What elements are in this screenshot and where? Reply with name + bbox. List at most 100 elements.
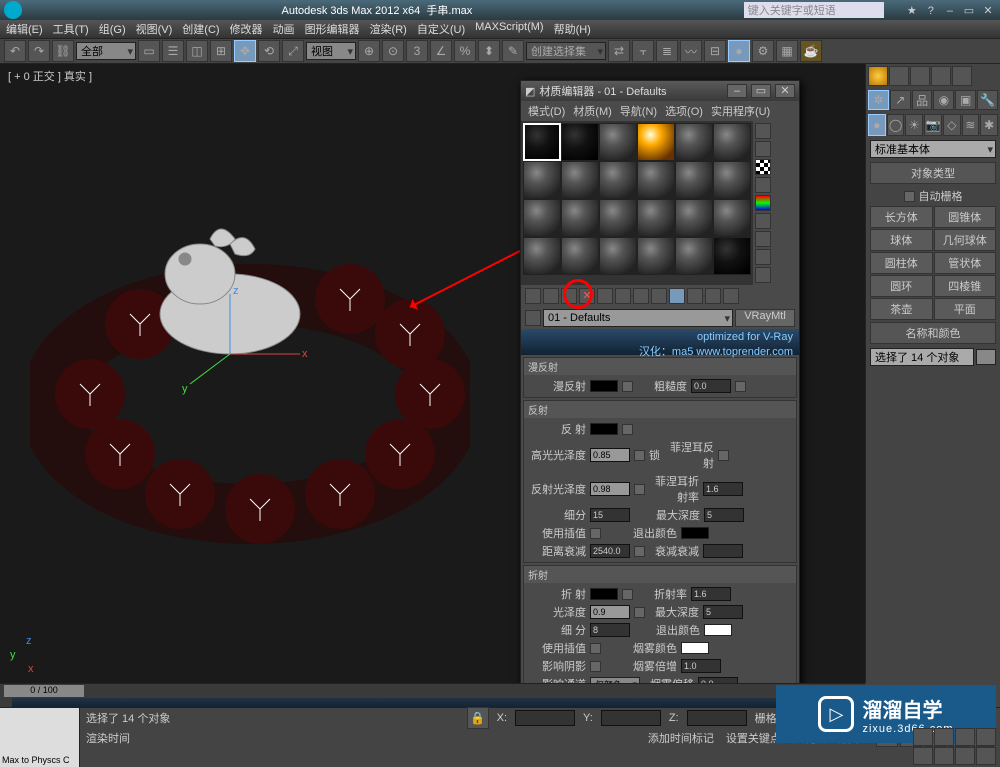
reflect-rollout-header[interactable]: 反射 (524, 401, 796, 418)
help-icon[interactable]: ? (923, 5, 939, 17)
sample-slot[interactable] (713, 161, 751, 199)
sample-slot[interactable] (713, 123, 751, 161)
minimize-icon[interactable]: – (727, 84, 747, 98)
pick-material-icon[interactable] (525, 310, 541, 326)
shelf-icon[interactable] (952, 66, 972, 86)
hilight-gloss-spinner[interactable]: 0.85 (590, 448, 630, 462)
sample-slot[interactable] (523, 237, 561, 275)
undo-icon[interactable]: ↶ (4, 40, 26, 62)
auto-grid-check[interactable]: 自动栅格 (866, 186, 1000, 206)
spacewarps-cat-icon[interactable]: ≋ (962, 114, 980, 136)
refract-swatch[interactable] (590, 588, 618, 600)
refr-gloss-spinner[interactable]: 0.9 (590, 605, 630, 619)
go-parent-icon[interactable] (705, 288, 721, 304)
z-field[interactable] (687, 710, 747, 726)
fog-color-swatch[interactable] (681, 642, 709, 654)
sample-slot[interactable] (675, 199, 713, 237)
reflect-map-slot[interactable] (622, 424, 633, 435)
edit-selset-icon[interactable]: ✎ (502, 40, 524, 62)
star-icon[interactable]: ★ (904, 4, 920, 17)
refl-maxdepth-spinner[interactable]: 5 (704, 508, 744, 522)
sample-slot[interactable] (599, 161, 637, 199)
sample-slot[interactable] (561, 237, 599, 275)
schematic-icon[interactable]: ⊟ (704, 40, 726, 62)
fog-mult-spinner[interactable]: 1.0 (681, 659, 721, 673)
rotate-icon[interactable]: ⟲ (258, 40, 280, 62)
dim-falloff-spinner[interactable] (703, 544, 743, 558)
maximize-icon[interactable]: ▭ (961, 4, 977, 17)
refr-subdiv-spinner[interactable]: 8 (590, 623, 630, 637)
me-menu-options[interactable]: 选项(O) (662, 103, 706, 119)
dim-dist-spinner[interactable]: 2540.0 (590, 544, 630, 558)
named-selset-dropdown[interactable]: 创建选择集 (526, 42, 606, 60)
angle-snap-icon[interactable]: ∠ (430, 40, 452, 62)
rgloss-map-slot[interactable] (634, 484, 645, 495)
object-type-rollout[interactable]: 对象类型 (870, 162, 996, 184)
sphere-button[interactable]: 球体 (870, 229, 933, 251)
zoom-icon[interactable] (913, 728, 933, 746)
gloss-map-slot[interactable] (634, 450, 645, 461)
mirror-icon[interactable]: ⇄ (608, 40, 630, 62)
snap3d-icon[interactable]: 3 (406, 40, 428, 62)
sample-type-icon[interactable] (755, 123, 771, 139)
teapot-button[interactable]: 茶壶 (870, 298, 933, 320)
menu-create[interactable]: 创建(C) (178, 20, 223, 38)
object-color-swatch[interactable] (976, 349, 996, 365)
create-tab-icon[interactable]: ✲ (868, 90, 889, 110)
display-tab-icon[interactable]: ▣ (955, 90, 976, 110)
reflect-swatch[interactable] (590, 423, 618, 435)
sample-slot[interactable] (637, 161, 675, 199)
select-region-icon[interactable]: ◫ (186, 40, 208, 62)
make-copy-icon[interactable] (597, 288, 613, 304)
sample-slot[interactable] (523, 199, 561, 237)
sample-slot[interactable] (523, 161, 561, 199)
refr-maxdepth-spinner[interactable]: 5 (703, 605, 743, 619)
select-icon[interactable]: ▭ (138, 40, 160, 62)
sample-slot[interactable] (599, 123, 637, 161)
snap-icon[interactable]: ⊙ (382, 40, 404, 62)
zoom-all-icon[interactable] (934, 728, 954, 746)
reset-map-icon[interactable]: ✕ (579, 288, 595, 304)
menu-group[interactable]: 组(G) (95, 20, 130, 38)
roughness-map-slot[interactable] (735, 381, 746, 392)
material-name-field[interactable]: 01 - Defaults (543, 309, 733, 327)
cameras-cat-icon[interactable]: 📷 (924, 114, 942, 136)
diffuse-rollout-header[interactable]: 漫反射 (524, 358, 796, 375)
shapes-cat-icon[interactable]: ◯ (887, 114, 905, 136)
refract-rollout-header[interactable]: 折射 (524, 566, 796, 583)
sample-slot[interactable] (637, 199, 675, 237)
sample-slot[interactable] (675, 161, 713, 199)
helpers-cat-icon[interactable]: ◇ (943, 114, 961, 136)
sample-slot[interactable] (561, 199, 599, 237)
select-name-icon[interactable]: ☰ (162, 40, 184, 62)
sample-slot[interactable] (561, 123, 599, 161)
fov-icon[interactable] (913, 747, 933, 765)
go-sibling-icon[interactable] (723, 288, 739, 304)
viewport-label[interactable]: [ + 0 正交 ] 真实 ] (8, 68, 92, 84)
select-by-mat-icon[interactable] (755, 249, 771, 265)
sample-slot[interactable] (637, 123, 675, 161)
scale-icon[interactable]: ⤢ (282, 40, 304, 62)
pivot-icon[interactable]: ⊕ (358, 40, 380, 62)
orbit-icon[interactable] (955, 747, 975, 765)
sample-slot[interactable] (713, 237, 751, 275)
menu-tools[interactable]: 工具(T) (49, 20, 93, 38)
fresnel-ior-spinner[interactable]: 1.6 (703, 482, 743, 496)
sample-slot[interactable] (713, 199, 751, 237)
shelf-icon[interactable] (931, 66, 951, 86)
video-check-icon[interactable] (755, 195, 771, 211)
motion-tab-icon[interactable]: ◉ (933, 90, 954, 110)
y-field[interactable] (601, 710, 661, 726)
sample-slot[interactable] (523, 123, 561, 161)
add-time-tag[interactable]: 添加时间标记 (648, 730, 714, 746)
name-color-rollout[interactable]: 名称和颜色 (870, 322, 996, 344)
sample-uv-icon[interactable] (755, 177, 771, 193)
cylinder-button[interactable]: 圆柱体 (870, 252, 933, 274)
systems-cat-icon[interactable]: ✱ (980, 114, 998, 136)
spinner-snap-icon[interactable]: ⬍ (478, 40, 500, 62)
align-icon[interactable]: ⫟ (632, 40, 654, 62)
menu-help[interactable]: 帮助(H) (550, 20, 595, 38)
maximize-viewport-icon[interactable] (976, 747, 996, 765)
lights-cat-icon[interactable]: ☀ (905, 114, 923, 136)
render-icon[interactable]: ☕ (800, 40, 822, 62)
